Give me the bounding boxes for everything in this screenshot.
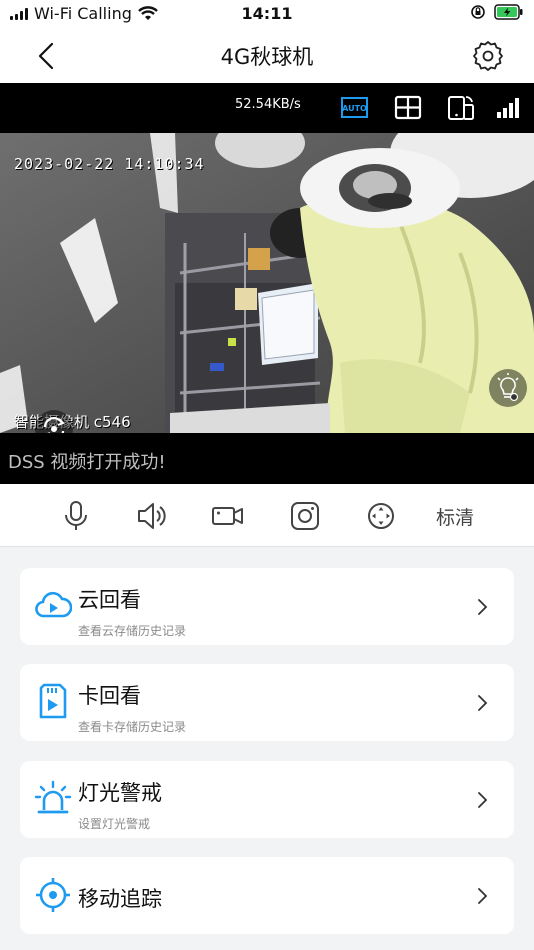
nav-header: 4G秋球机 — [0, 28, 534, 83]
card-title: 移动追踪 — [78, 887, 162, 911]
control-bar: 标清 — [0, 484, 534, 547]
motion-tracking-card[interactable]: 移动追踪 — [20, 857, 514, 934]
ptz-crosshair-icon[interactable] — [364, 499, 398, 533]
video-frame — [0, 133, 534, 433]
card-title: 卡回看 — [78, 684, 141, 708]
chevron-right-icon — [478, 599, 488, 615]
motion-tracking-icon — [36, 878, 70, 912]
rotate-screen-icon[interactable] — [446, 93, 476, 123]
back-icon[interactable] — [30, 38, 66, 74]
snapshot-icon[interactable] — [288, 499, 322, 533]
page-title: 4G秋球机 — [220, 45, 314, 69]
record-video-icon[interactable] — [211, 499, 245, 533]
card-subtitle: 设置灯光警戒 — [78, 817, 151, 831]
microphone-icon[interactable] — [59, 499, 93, 533]
bitrate-label: 52.54KB/s — [235, 97, 301, 112]
status-right — [470, 4, 524, 20]
chevron-right-icon — [478, 888, 488, 904]
ptz-rotate-icon[interactable] — [34, 409, 74, 433]
cloud-play-icon — [35, 591, 72, 618]
card-subtitle: 查看卡存储历史记录 — [78, 720, 187, 734]
lightbulb-icon — [497, 373, 519, 402]
status-bar: Wi-Fi Calling 14:11 — [0, 0, 534, 28]
orientation-lock-icon — [471, 5, 485, 19]
card-title: 云回看 — [78, 588, 141, 612]
video-status-message: DSS 视频打开成功! — [8, 452, 166, 473]
card-title: 灯光警戒 — [78, 781, 162, 805]
video-status-bar: DSS 视频打开成功! — [0, 433, 534, 484]
sd-card-icon — [39, 683, 67, 719]
live-video[interactable]: 2023-02-22 14:10:34 智能摄像机 c546 — [0, 133, 534, 433]
battery-charging-icon — [494, 4, 523, 20]
light-alert-card[interactable]: 灯光警戒 设置灯光警戒 — [20, 761, 514, 838]
auto-label: AUTO — [342, 104, 367, 113]
chevron-right-icon — [478, 695, 488, 711]
video-timestamp: 2023-02-22 14:10:34 — [14, 155, 205, 173]
speaker-icon[interactable] — [135, 499, 169, 533]
alarm-light-icon — [34, 780, 72, 814]
video-toolbar: 52.54KB/s AUTO — [0, 83, 534, 133]
chevron-right-icon — [478, 792, 488, 808]
auto-mode-icon[interactable]: AUTO — [340, 93, 370, 123]
card-subtitle: 查看云存储历史记录 — [78, 624, 187, 638]
light-control-button[interactable] — [489, 369, 527, 407]
card-playback-card[interactable]: 卡回看 查看卡存储历史记录 — [20, 664, 514, 741]
status-time: 14:11 — [241, 4, 293, 23]
signal-strength-icon — [497, 98, 519, 118]
cloud-playback-card[interactable]: 云回看 查看云存储历史记录 — [20, 568, 514, 645]
gear-icon[interactable] — [472, 40, 504, 72]
quality-toggle[interactable]: 标清 — [436, 503, 474, 530]
grid-layout-icon[interactable] — [393, 93, 423, 123]
